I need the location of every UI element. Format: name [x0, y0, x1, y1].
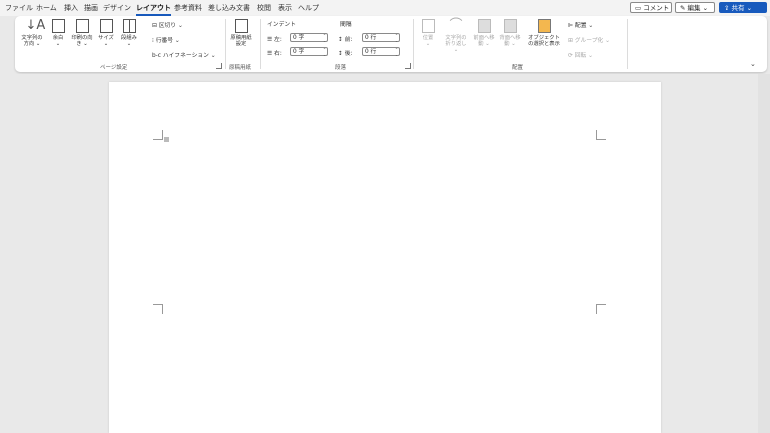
margins-button[interactable]: 余白 ⌄: [49, 19, 67, 47]
comment-icon: ▭: [635, 4, 642, 12]
indent-right-icon: ☰: [267, 51, 273, 57]
send-backward-button[interactable]: 背面へ移動 ⌄: [499, 19, 521, 47]
orientation-icon: [75, 19, 89, 33]
wrap-text-button[interactable]: ⌒ 文字列の折り返し ⌄: [443, 18, 469, 54]
manuscript-grid-icon: [234, 19, 248, 33]
text-direction-button[interactable]: ↓A 文字列の方向 ⌄: [21, 18, 46, 48]
selection-pane-icon: [537, 19, 551, 33]
selection-pane-button[interactable]: オブジェクトの選択と表示: [526, 19, 562, 47]
group-objects-icon: ⊞: [568, 38, 573, 44]
spacing-after-input[interactable]: 0 行: [362, 47, 400, 57]
chevron-down-icon: ⌄: [746, 4, 753, 12]
menu-item-9[interactable]: 表示: [278, 3, 292, 13]
spacing-before-label: ↕ 前:: [338, 37, 353, 43]
margin-corner-bottom-right: [596, 304, 606, 314]
menu-item-2[interactable]: 挿入: [64, 3, 78, 13]
breaks-icon: ⊟: [152, 23, 157, 29]
columns-icon: [122, 19, 136, 33]
spacing-before-icon: ↕: [338, 37, 343, 43]
align-icon: ⊫: [568, 23, 574, 29]
orientation-button[interactable]: 印刷の向き ⌄: [71, 19, 93, 47]
indent-left-input[interactable]: 0 字: [290, 33, 328, 43]
pencil-icon: ✎: [680, 4, 686, 12]
group-label-paragraph: 段落: [335, 65, 347, 71]
menu-item-8[interactable]: 校閲: [257, 3, 271, 13]
size-button[interactable]: サイズ ⌄: [97, 19, 115, 47]
indent-left-label: ☰ 左:: [267, 37, 282, 43]
group-label-arrange: 配置: [512, 65, 524, 71]
align-button[interactable]: ⊫ 配置 ⌄: [568, 20, 593, 29]
spacing-before-input[interactable]: 0 行: [362, 33, 400, 43]
genko-settings-button[interactable]: 原稿用紙設定: [228, 19, 254, 47]
bring-forward-icon: [477, 19, 491, 33]
line-numbers-button[interactable]: ⁝ 行番号 ⌄: [152, 35, 180, 44]
indent-left-icon: ☰: [267, 37, 273, 43]
position-button[interactable]: 位置 ⌄: [418, 19, 438, 47]
chevron-down-icon: ⌄: [702, 4, 709, 12]
menu-item-10[interactable]: ヘルプ: [298, 3, 319, 13]
menu-item-4[interactable]: デザイン: [103, 3, 131, 13]
breaks-button[interactable]: ⊟ 区切り ⌄: [152, 20, 183, 29]
line-numbers-icon: ⁝: [152, 38, 154, 44]
position-icon: [421, 19, 435, 33]
margin-corner-bottom-left: [153, 304, 163, 314]
columns-button[interactable]: 段組み ⌄: [119, 19, 139, 47]
menu-item-0[interactable]: ファイル: [5, 3, 33, 13]
ribbon: ↓A 文字列の方向 ⌄ 余白 ⌄ 印刷の向き ⌄ サイズ ⌄ 段組み ⌄ ⊟ 区切り …: [15, 16, 767, 72]
menu-item-6[interactable]: 参考資料: [174, 3, 202, 13]
group-label-genko: 原稿用紙: [229, 65, 252, 71]
ribbon-expand-chevron-icon[interactable]: ⌄: [750, 60, 756, 68]
margin-corner-top-left: [153, 130, 163, 140]
indent-right-label: ☰ 右:: [267, 51, 282, 57]
menu-item-5[interactable]: レイアウト: [136, 3, 171, 16]
text-direction-icon: ↓A: [25, 18, 46, 33]
group-separator: [413, 19, 414, 69]
group-separator: [627, 19, 628, 69]
indent-right-input[interactable]: 0 字: [290, 47, 328, 57]
send-backward-icon: [503, 19, 517, 33]
spacing-after-icon: ↕: [338, 51, 343, 57]
rotate-icon: ⟳: [568, 53, 573, 59]
margin-corner-top-right: [596, 130, 606, 140]
menu-item-1[interactable]: ホーム: [36, 3, 57, 13]
bring-forward-button[interactable]: 前面へ移動 ⌄: [473, 19, 495, 47]
paragraph-launcher-icon[interactable]: [405, 63, 411, 69]
hyphenation-icon: b-c: [152, 53, 161, 59]
share-icon: ⇪: [724, 4, 730, 12]
vertical-scrollbar[interactable]: [758, 74, 770, 433]
indent-title: インデント: [267, 22, 296, 28]
rotate-button[interactable]: ⟳ 回転 ⌄: [568, 50, 593, 59]
spacing-after-label: ↕ 後:: [338, 51, 353, 57]
hyphenation-button[interactable]: b-c ハイフネーション ⌄: [152, 50, 216, 59]
menu-item-7[interactable]: 差し込み文書: [208, 3, 250, 13]
editing-mode-button[interactable]: ✎ 編集 ⌄: [675, 2, 715, 13]
page-size-icon: [99, 19, 113, 33]
margins-icon: [51, 19, 65, 33]
group-separator: [225, 19, 226, 69]
menu-item-3[interactable]: 描画: [84, 3, 98, 13]
group-label-page-setup: ページ設定: [100, 65, 128, 71]
group-separator: [260, 19, 261, 69]
spacing-title: 間隔: [340, 22, 352, 28]
comments-button[interactable]: ▭ コメント: [630, 2, 672, 13]
page-setup-launcher-icon[interactable]: [216, 63, 222, 69]
anchor-icon: [164, 137, 169, 142]
group-objects-button[interactable]: ⊞ グループ化 ⌄: [568, 35, 610, 44]
wrap-text-icon: ⌒: [449, 18, 463, 33]
document-page[interactable]: [109, 82, 661, 433]
share-button[interactable]: ⇪ 共有 ⌄: [719, 2, 767, 13]
